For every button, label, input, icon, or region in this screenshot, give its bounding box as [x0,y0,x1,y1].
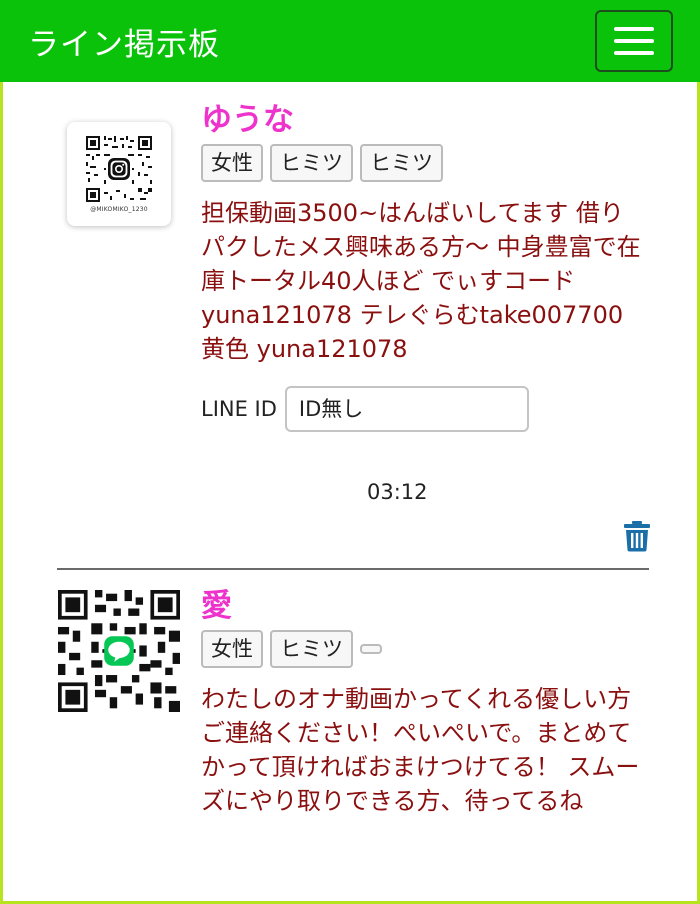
age-tag: ヒミツ [270,144,353,182]
age-tag: ヒミツ [270,630,353,668]
app-header: ライン掲示板 [0,0,700,82]
line-id-row: LINE ID ID無し [201,386,649,432]
post-message: わたしのオナ動画かってくれる優しい方ご連絡ください！ぺいぺいで。まとめてかって頂… [201,685,640,815]
line-qr-icon[interactable] [58,590,180,712]
hamburger-menu-icon [614,39,654,43]
post-message: 担保動画3500~はんばいしてます 借りパクしたメス興味ある方〜 中身豊富で在庫… [201,199,641,363]
post-divider [57,568,649,570]
post-content: ゆうな 女性 ヒミツ ヒミツ 担保動画3500~はんばいしてます 借りパクしたメ… [201,100,649,432]
post-list: @MIKOMIKO_1230 ゆうな 女性 ヒミツ ヒミツ 担保動画3500~は… [0,82,700,904]
gender-tag: 女性 [201,630,263,668]
tag-list: 女性 ヒミツ [201,630,649,668]
hamburger-menu-icon [614,27,654,31]
tag-list: 女性 ヒミツ ヒミツ [201,144,649,182]
post-item: 愛 女性 ヒミツ わたしのオナ動画かってくれる優しい方ご連絡ください！ぺいぺいで… [3,572,697,901]
poster-name: ゆうな [201,102,294,138]
trash-icon[interactable] [623,520,651,552]
area-tag [360,644,382,654]
line-id-field[interactable]: ID無し [284,386,529,432]
post-time: 03:12 [367,480,428,504]
instagram-qr-icon [86,135,152,202]
post-content: 愛 女性 ヒミツ わたしのオナ動画かってくれる優しい方ご連絡ください！ぺいぺいで… [201,586,649,818]
line-id-label: LINE ID [201,397,277,421]
qr-caption: @MIKOMIKO_1230 [90,205,148,213]
qr-code-card[interactable]: @MIKOMIKO_1230 [67,122,171,226]
hamburger-menu-icon [614,51,654,55]
poster-name: 愛 [201,588,232,624]
area-tag: ヒミツ [360,144,443,182]
post-item: @MIKOMIKO_1230 ゆうな 女性 ヒミツ ヒミツ 担保動画3500~は… [3,82,697,570]
menu-button[interactable] [595,10,673,72]
page-title[interactable]: ライン掲示板 [28,19,220,64]
gender-tag: 女性 [201,144,263,182]
